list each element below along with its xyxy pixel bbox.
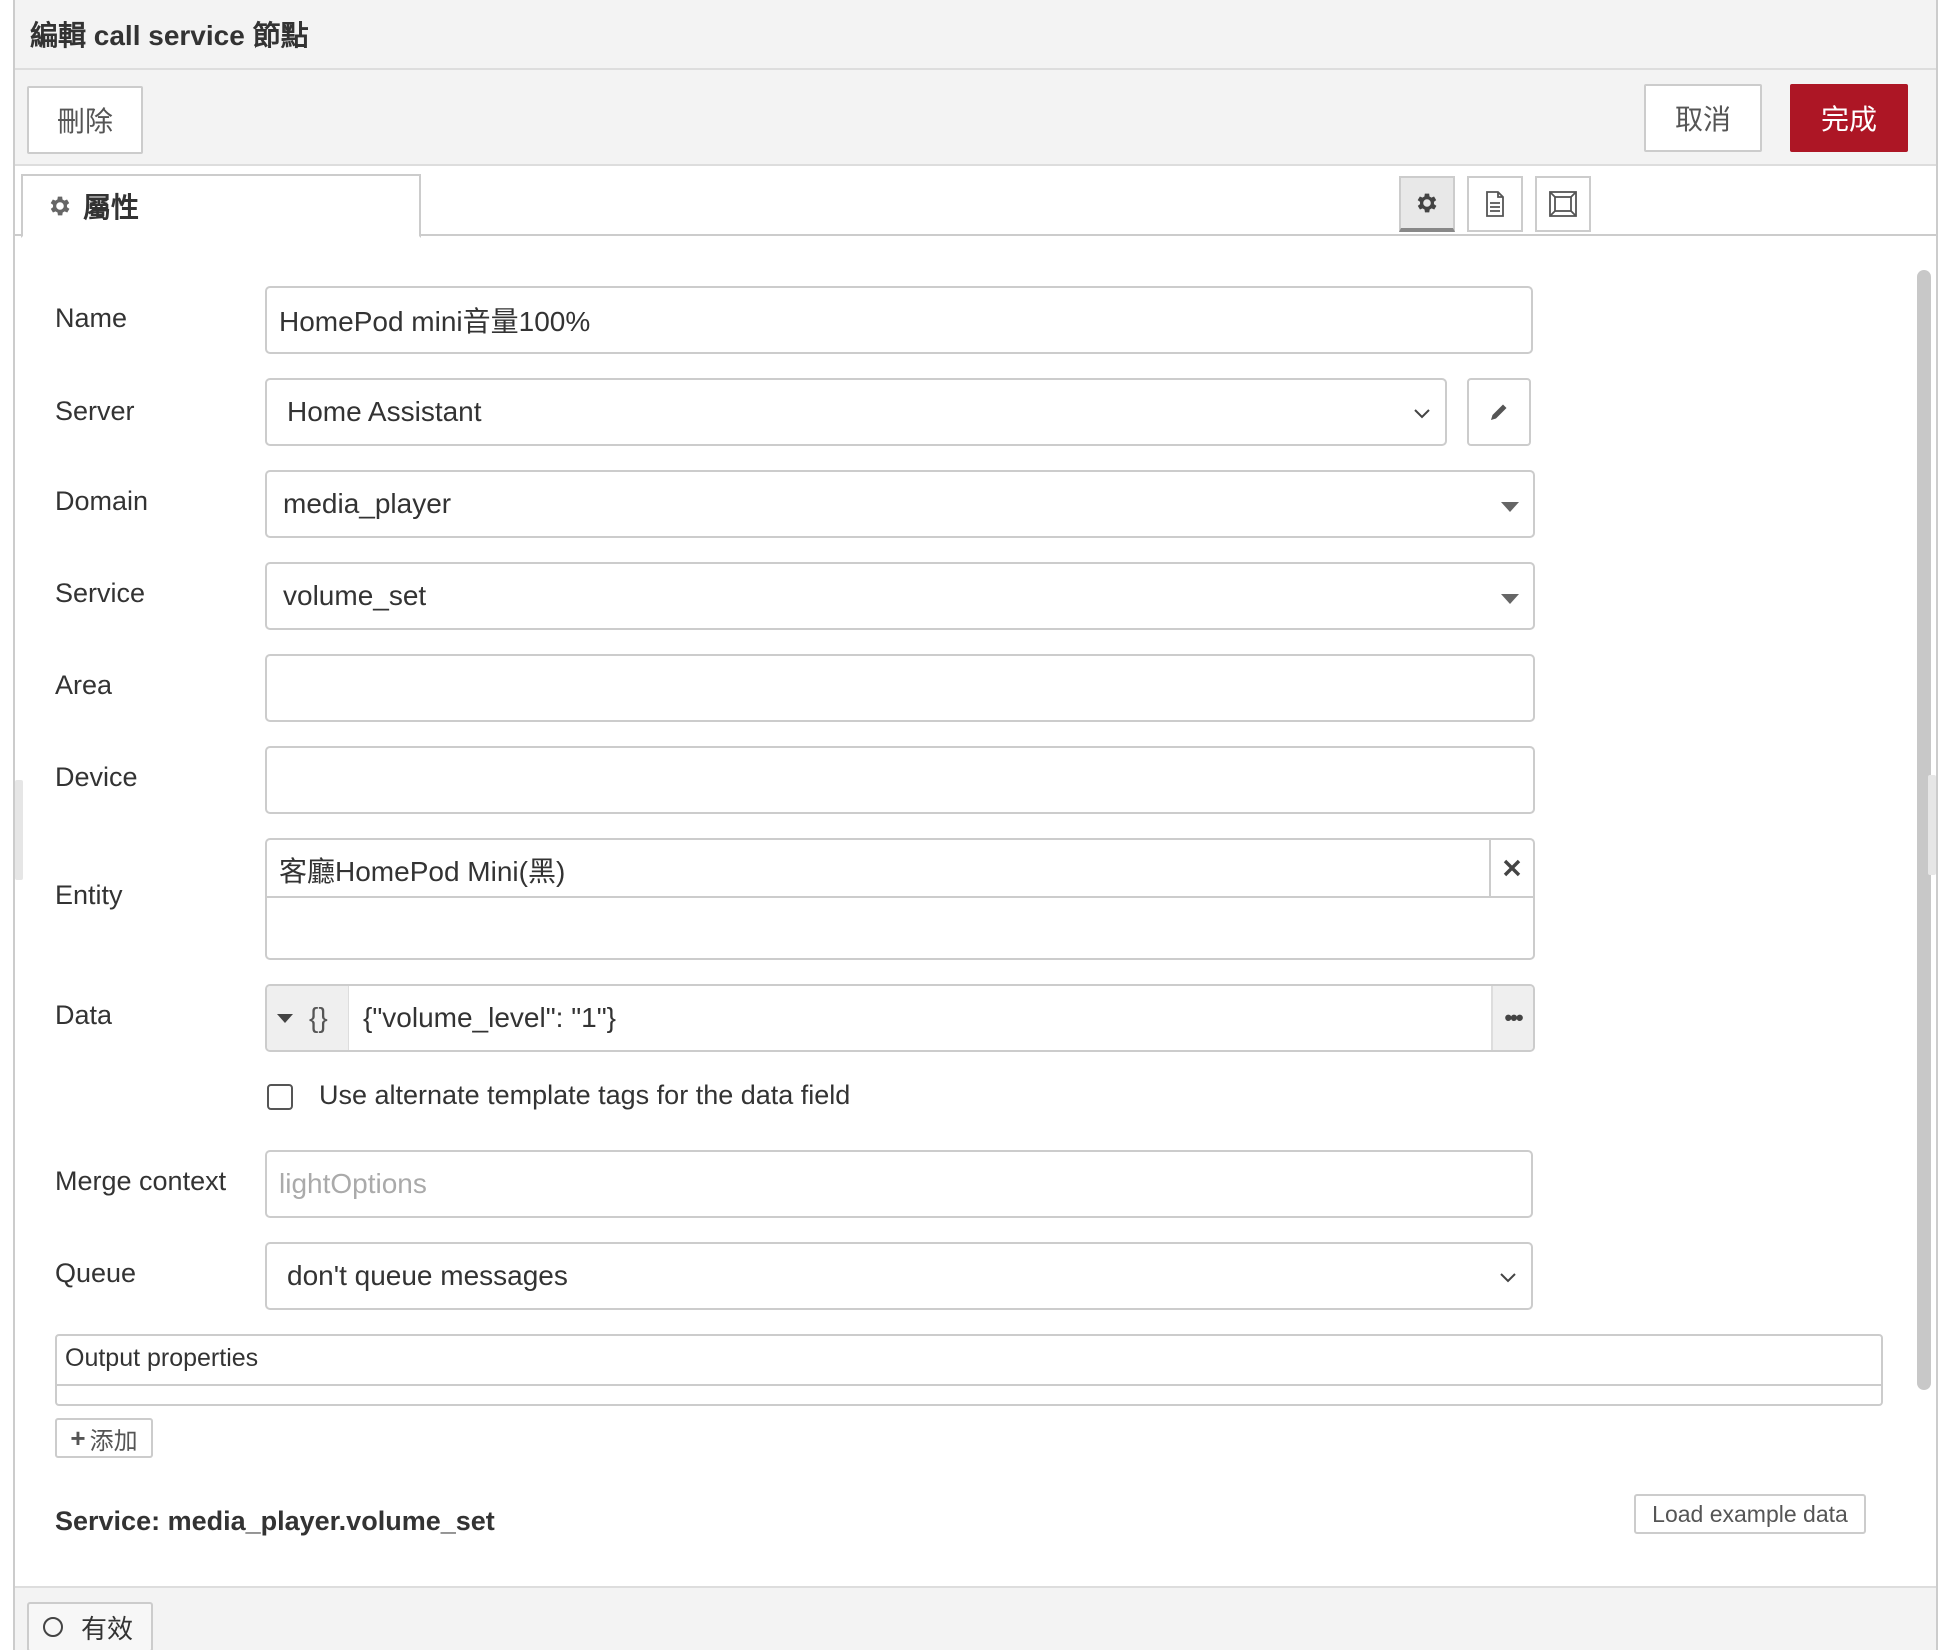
service-input[interactable]: volume_set bbox=[265, 562, 1535, 630]
domain-label: Domain bbox=[55, 486, 149, 516]
name-label: Name bbox=[55, 303, 128, 333]
area-input[interactable] bbox=[265, 654, 1535, 722]
caret-down-icon[interactable] bbox=[1501, 502, 1519, 512]
domain-input-value: media_player bbox=[283, 488, 452, 519]
merge-context-input[interactable]: lightOptions bbox=[265, 1150, 1533, 1218]
queue-select-value: don't queue messages bbox=[287, 1260, 568, 1291]
data-type-selector[interactable]: {} bbox=[267, 986, 349, 1050]
gear-icon bbox=[50, 196, 70, 216]
domain-input[interactable]: media_player bbox=[265, 470, 1535, 538]
add-output-button[interactable]: + 添加 bbox=[55, 1418, 153, 1458]
tab-appearance[interactable] bbox=[1535, 176, 1591, 232]
expand-editor-button[interactable]: ••• bbox=[1491, 986, 1533, 1050]
pencil-icon bbox=[1491, 404, 1507, 420]
gear-icon bbox=[1417, 193, 1437, 213]
delete-button[interactable]: 刪除 bbox=[27, 86, 143, 154]
tab-properties-label: 屬性 bbox=[83, 192, 140, 223]
dialog-titlebar: 編輯 call service 節點 bbox=[15, 0, 1936, 70]
data-typed-input[interactable]: {} {"volume_level": "1"} ••• bbox=[265, 984, 1535, 1052]
plus-icon: + bbox=[70, 1422, 86, 1453]
edit-server-button[interactable] bbox=[1467, 378, 1531, 446]
entity-field[interactable]: 客廳HomePod Mini(黑) bbox=[265, 838, 1535, 960]
entity-chip: 客廳HomePod Mini(黑) bbox=[279, 856, 566, 887]
server-select-value: Home Assistant bbox=[287, 396, 482, 427]
name-input[interactable]: HomePod mini音量100% bbox=[265, 286, 1533, 354]
server-select[interactable]: Home Assistant bbox=[265, 378, 1447, 446]
tab-settings[interactable] bbox=[1399, 176, 1455, 232]
chevron-down-icon bbox=[1414, 409, 1430, 419]
merge-context-label: Merge context bbox=[55, 1166, 227, 1196]
service-heading: Service: media_player.volume_set bbox=[55, 1506, 495, 1536]
right-resize-handle[interactable] bbox=[1928, 775, 1936, 875]
tab-description[interactable] bbox=[1467, 176, 1523, 232]
tab-properties[interactable]: 屬性 bbox=[21, 174, 421, 238]
enabled-toggle-label: 有效 bbox=[81, 1613, 134, 1644]
dialog-toolbar: 刪除 取消 完成 bbox=[15, 70, 1936, 166]
done-button[interactable]: 完成 bbox=[1790, 84, 1908, 152]
data-label: Data bbox=[55, 1000, 113, 1030]
form-content: Name HomePod mini音量100% Server Home Assi… bbox=[15, 238, 1936, 1586]
queue-label: Queue bbox=[55, 1258, 137, 1288]
load-example-data-button[interactable]: Load example data bbox=[1634, 1494, 1866, 1534]
json-type-icon: {} bbox=[309, 1002, 328, 1033]
frame-icon bbox=[1549, 191, 1577, 217]
circle-icon bbox=[43, 1617, 63, 1637]
alt-template-checkbox[interactable] bbox=[267, 1084, 293, 1110]
clear-entity-button[interactable] bbox=[1489, 840, 1533, 896]
area-label: Area bbox=[55, 670, 113, 700]
document-icon bbox=[1486, 191, 1504, 217]
service-label: Service bbox=[55, 578, 146, 608]
server-label: Server bbox=[55, 396, 135, 426]
device-label: Device bbox=[55, 762, 138, 792]
entity-divider bbox=[267, 896, 1533, 898]
enabled-toggle[interactable]: 有效 bbox=[27, 1602, 153, 1650]
close-icon bbox=[1503, 859, 1521, 877]
add-output-label: 添加 bbox=[89, 1427, 138, 1455]
output-divider bbox=[57, 1384, 1881, 1386]
dialog-footer: 有效 bbox=[15, 1586, 1936, 1650]
chevron-down-icon bbox=[1500, 1273, 1516, 1283]
edit-dialog: 編輯 call service 節點 刪除 取消 完成 屬性 Name Home… bbox=[13, 0, 1938, 1650]
dialog-title: 編輯 call service 節點 bbox=[30, 20, 309, 51]
output-properties-title: Output properties bbox=[65, 1344, 259, 1372]
alt-template-label: Use alternate template tags for the data… bbox=[319, 1080, 851, 1110]
data-input-value[interactable]: {"volume_level": "1"} bbox=[363, 1002, 616, 1034]
cancel-button[interactable]: 取消 bbox=[1644, 84, 1762, 152]
queue-select[interactable]: don't queue messages bbox=[265, 1242, 1533, 1310]
device-input[interactable] bbox=[265, 746, 1535, 814]
caret-down-icon[interactable] bbox=[1501, 594, 1519, 604]
entity-label: Entity bbox=[55, 880, 123, 910]
tab-strip: 屬性 bbox=[15, 168, 1936, 238]
caret-down-icon bbox=[277, 1013, 293, 1023]
output-properties-list: Output properties bbox=[55, 1334, 1883, 1406]
service-input-value: volume_set bbox=[283, 580, 427, 611]
